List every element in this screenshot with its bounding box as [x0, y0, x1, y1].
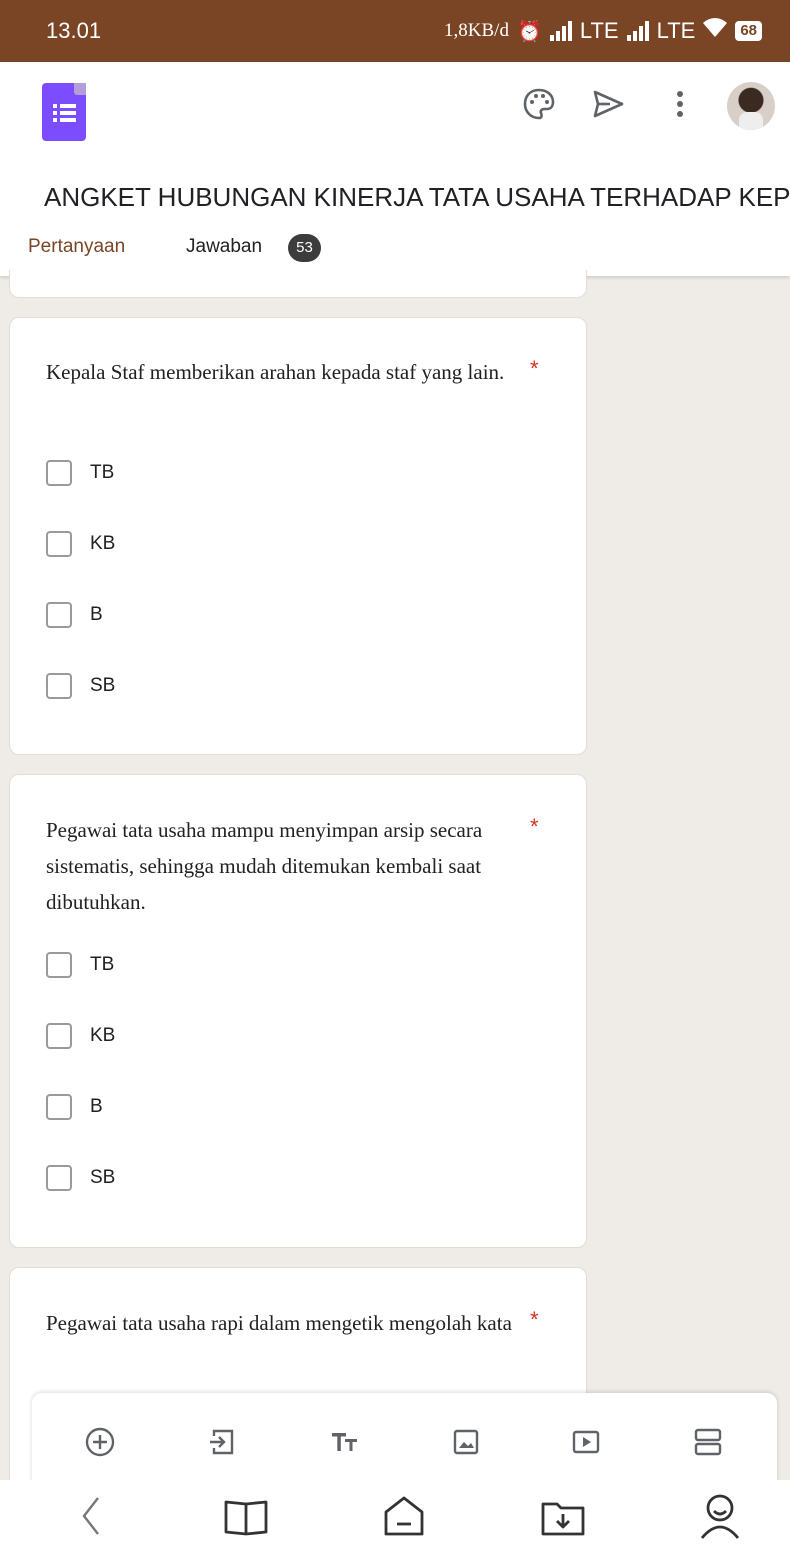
signal-icon: [549, 21, 572, 41]
required-asterisk: *: [530, 1307, 539, 1332]
option-row[interactable]: KB: [46, 529, 115, 559]
checkbox[interactable]: [46, 1023, 72, 1049]
option-label: SB: [90, 675, 116, 696]
palette-icon[interactable]: [521, 86, 557, 122]
avatar[interactable]: [727, 82, 775, 130]
option-label: KB: [90, 533, 116, 554]
checkbox[interactable]: [46, 673, 72, 699]
option-row[interactable]: B: [46, 1092, 103, 1122]
network-type-2: LTE: [656, 18, 696, 43]
checkbox[interactable]: [46, 602, 72, 628]
option-label: TB: [90, 462, 115, 483]
question-text: Pegawai tata usaha rapi dalam mengetik m…: [46, 1311, 512, 1335]
add-question-icon[interactable]: [84, 1426, 116, 1458]
question-text: Kepala Staf memberikan arahan kepada sta…: [46, 360, 505, 384]
section-icon[interactable]: [692, 1426, 724, 1458]
back-icon[interactable]: [68, 1492, 116, 1540]
network-type-1: LTE: [579, 18, 619, 43]
question-text: Pegawai tata usaha mampu menyimpan arsip…: [46, 818, 483, 914]
checkbox[interactable]: [46, 460, 72, 486]
image-icon[interactable]: [450, 1426, 482, 1458]
question-card-previous: [9, 270, 587, 298]
option-row[interactable]: SB: [46, 1163, 115, 1193]
video-icon[interactable]: [570, 1426, 602, 1458]
tab-responses[interactable]: Jawaban: [186, 236, 262, 258]
wifi-icon: [703, 18, 728, 44]
home-icon[interactable]: [380, 1492, 428, 1540]
battery-icon: 68: [735, 21, 762, 41]
option-label: B: [90, 1096, 103, 1117]
required-asterisk: *: [530, 814, 539, 839]
alarm-icon: ⏰: [516, 20, 542, 43]
option-row[interactable]: B: [46, 600, 103, 630]
status-time: 13.01: [46, 18, 102, 43]
title-text-icon[interactable]: [329, 1426, 361, 1458]
signal-icon-2: [626, 21, 649, 41]
send-icon[interactable]: [590, 86, 626, 122]
import-icon[interactable]: [206, 1426, 238, 1458]
bottom-toolbar: [32, 1393, 777, 1493]
checkbox[interactable]: [46, 1165, 72, 1191]
required-asterisk: *: [530, 356, 539, 381]
status-bar: 13.01 1,8KB/d ⏰ LTE LTE 68: [0, 0, 790, 62]
option-label: SB: [90, 1167, 116, 1188]
option-row[interactable]: TB: [46, 950, 114, 980]
checkbox[interactable]: [46, 531, 72, 557]
option-row[interactable]: SB: [46, 671, 115, 701]
option-label: TB: [90, 954, 115, 975]
network-speed: 1,8KB/d: [444, 20, 509, 41]
question-card[interactable]: Kepala Staf memberikan arahan kepada sta…: [9, 317, 587, 755]
app-bar: ANGKET HUBUNGAN KINERJA TATA USAHA TERHA…: [0, 62, 790, 277]
checkbox[interactable]: [46, 952, 72, 978]
forms-logo-icon[interactable]: [42, 83, 86, 141]
question-card[interactable]: Pegawai tata usaha mampu menyimpan arsip…: [9, 774, 587, 1248]
option-label: KB: [90, 1025, 116, 1046]
book-icon[interactable]: [222, 1492, 270, 1540]
download-folder-icon[interactable]: [539, 1492, 587, 1540]
profile-icon[interactable]: [696, 1492, 744, 1540]
more-vert-icon[interactable]: [662, 86, 698, 122]
form-title: ANGKET HUBUNGAN KINERJA TATA USAHA TERHA…: [44, 182, 790, 212]
option-row[interactable]: TB: [46, 458, 114, 488]
system-nav-bar: [0, 1480, 790, 1553]
tab-questions[interactable]: Pertanyaan: [28, 236, 125, 258]
checkbox[interactable]: [46, 1094, 72, 1120]
option-label: B: [90, 604, 103, 625]
responses-count-badge: 53: [288, 234, 321, 262]
option-row[interactable]: KB: [46, 1021, 115, 1051]
status-indicators: 1,8KB/d ⏰ LTE LTE 68: [444, 18, 762, 44]
